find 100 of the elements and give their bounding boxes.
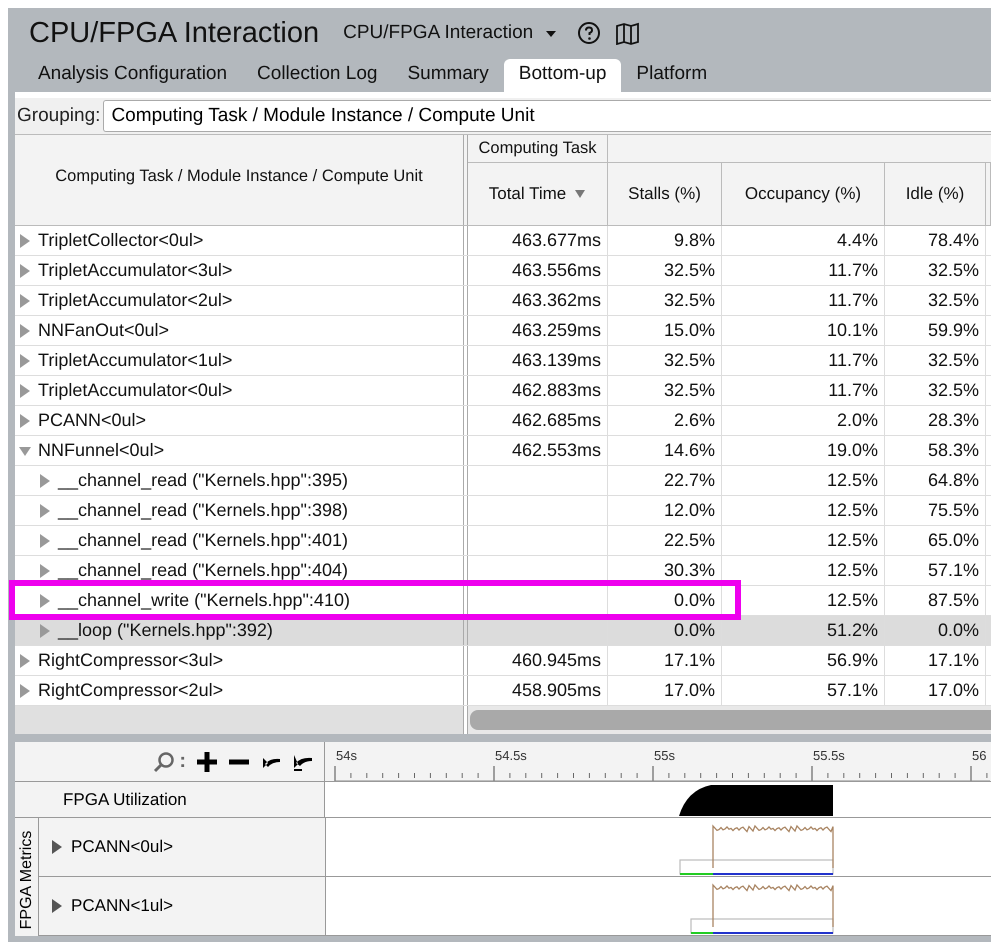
tick-label: 54s xyxy=(336,748,357,763)
table-cell: 32.5% xyxy=(664,290,715,311)
table-cell: 51.2% xyxy=(826,620,878,641)
table-cell: 58.3% xyxy=(928,440,979,461)
table-cell: 0.0% xyxy=(674,620,715,641)
grouping-dropdown[interactable]: Computing Task / Module Instance / Compute Unit xyxy=(103,100,991,132)
column-title: Total Time xyxy=(488,184,566,204)
table-cell: 463.259ms xyxy=(512,320,601,341)
collapsed-triangle-icon[interactable] xyxy=(19,384,31,398)
table-cell: 59.9% xyxy=(928,320,979,341)
column-header[interactable]: Total Time xyxy=(468,163,608,225)
table-cell: 32.5% xyxy=(928,260,979,281)
collapsed-triangle-icon[interactable] xyxy=(19,354,31,368)
table-row[interactable]: NNFunnel<0ul> 462.553ms 14.6% 19.0% 58.3% xyxy=(15,436,991,466)
collapsed-triangle-icon[interactable] xyxy=(51,840,63,854)
zoom-in-icon[interactable] xyxy=(196,750,218,772)
table-cell: 22.7% xyxy=(664,470,715,491)
table-cell: 12.5% xyxy=(826,590,878,611)
zoom-separator: : xyxy=(179,750,186,773)
task-name: RightCompressor<3ul> xyxy=(38,650,224,671)
collapsed-triangle-icon[interactable] xyxy=(39,564,51,578)
table-cell: 17.1% xyxy=(928,650,979,671)
table-cell: 32.5% xyxy=(928,350,979,371)
column-header[interactable]: Occupancy (%) xyxy=(722,163,885,225)
task-name: __channel_read ("Kernels.hpp":395) xyxy=(58,470,348,491)
task-name: __channel_write ("Kernels.hpp":410) xyxy=(58,590,350,611)
task-name: NNFunnel<0ul> xyxy=(38,440,164,461)
table-cell: 57.1% xyxy=(826,680,878,701)
table-cell: 19.0% xyxy=(826,440,878,461)
task-name: __loop ("Kernels.hpp":392) xyxy=(58,620,273,641)
tick-label: 55.5s xyxy=(813,748,845,763)
track-label: PCANN<1ul> xyxy=(71,896,174,916)
table-cell: 462.685ms xyxy=(512,410,601,431)
help-icon[interactable] xyxy=(577,21,602,45)
table-cell: 78.4% xyxy=(928,230,979,251)
table-cell: 56.9% xyxy=(826,650,878,671)
table-cell: 15.0% xyxy=(664,320,715,341)
table-cell: 2.0% xyxy=(836,410,878,431)
collapsed-triangle-icon[interactable] xyxy=(19,264,31,278)
column-header[interactable]: Computing Task / Module Instance / Compute Unit xyxy=(15,135,463,225)
table-row[interactable]: NNFanOut<0ul> 463.259ms 15.0% 10.1% 59.9% xyxy=(15,316,991,346)
table-cell: 32.5% xyxy=(928,290,979,311)
task-name: TripletAccumulator<0ul> xyxy=(38,380,232,401)
window-title: CPU/FPGA Interaction xyxy=(29,16,320,50)
task-name: TripletAccumulator<1ul> xyxy=(38,350,232,371)
tab[interactable]: Bottom-up xyxy=(504,59,622,92)
collapsed-triangle-icon[interactable] xyxy=(39,594,51,608)
table-cell: 32.5% xyxy=(664,260,715,281)
collapsed-triangle-icon[interactable] xyxy=(19,654,31,668)
task-name: TripletCollector<0ul> xyxy=(38,230,204,251)
table-cell: 17.0% xyxy=(664,680,715,701)
tab[interactable]: Collection Log xyxy=(242,59,392,92)
column-header[interactable]: Idle (%) xyxy=(885,163,986,225)
table-cell: 460.945ms xyxy=(512,650,601,671)
table-row[interactable]: __channel_read ("Kernels.hpp":398) 12.0% 12.5% 75.5% xyxy=(15,496,991,526)
collapsed-triangle-icon[interactable] xyxy=(19,414,31,428)
collapsed-triangle-icon[interactable] xyxy=(39,474,51,488)
scrollbar-thumb[interactable] xyxy=(470,710,991,730)
table-row[interactable]: TripletAccumulator<0ul> 462.883ms 32.5% 11.7% 32.5% xyxy=(15,376,991,406)
table-row[interactable]: TripletAccumulator<2ul> 463.362ms 32.5% 11.7% 32.5% xyxy=(15,286,991,316)
tab[interactable]: Analysis Configuration xyxy=(23,59,242,92)
table-cell: 11.7% xyxy=(828,260,878,281)
task-name: TripletAccumulator<2ul> xyxy=(38,290,232,311)
viewpoint-dropdown[interactable]: CPU/FPGA Interaction xyxy=(343,22,558,44)
collapsed-triangle-icon[interactable] xyxy=(39,504,51,518)
task-name: NNFanOut<0ul> xyxy=(38,320,170,341)
tab[interactable]: Platform xyxy=(621,59,722,92)
table-cell: 12.5% xyxy=(826,470,878,491)
grouping-label: Grouping: xyxy=(16,105,102,127)
column-title: Occupancy (%) xyxy=(744,184,862,204)
table-cell: 11.7% xyxy=(828,380,878,401)
column-header[interactable]: Stalls (%) xyxy=(608,163,722,225)
collapsed-triangle-icon[interactable] xyxy=(19,294,31,308)
task-name: __channel_read ("Kernels.hpp":404) xyxy=(58,560,348,581)
table-cell: 12.5% xyxy=(826,560,878,581)
table-row[interactable]: __channel_read ("Kernels.hpp":401) 22.5% 12.5% 65.0% xyxy=(15,526,991,556)
collapsed-triangle-icon[interactable] xyxy=(39,534,51,548)
collapsed-triangle-icon[interactable] xyxy=(19,324,31,338)
table-cell: 463.362ms xyxy=(512,290,601,311)
table-cell: 28.3% xyxy=(928,410,979,431)
table-row[interactable]: PCANN<0ul> 462.685ms 2.6% 2.0% 28.3% xyxy=(15,406,991,436)
task-name: __channel_read ("Kernels.hpp":398) xyxy=(58,500,348,521)
table-row[interactable]: TripletCollector<0ul> 463.677ms 9.8% 4.4% 78.4% xyxy=(15,226,991,256)
table-cell: 463.556ms xyxy=(512,260,601,281)
collapsed-triangle-icon[interactable] xyxy=(51,899,63,913)
collapsed-triangle-icon[interactable] xyxy=(19,234,31,248)
table-row[interactable]: __loop ("Kernels.hpp":392) 0.0% 51.2% 0.0% xyxy=(15,616,991,646)
tab[interactable]: Summary xyxy=(392,59,504,92)
table-row[interactable]: __channel_read ("Kernels.hpp":395) 22.7% 12.5% 64.8% xyxy=(15,466,991,496)
search-icon[interactable] xyxy=(153,750,176,772)
table-row[interactable]: RightCompressor<3ul> 460.945ms 17.1% 56.9% 17.1% xyxy=(15,646,991,676)
table-cell: 17.0% xyxy=(928,680,979,701)
task-name: __channel_read ("Kernels.hpp":401) xyxy=(58,530,348,551)
table-cell: 463.677ms xyxy=(512,230,601,251)
table-row[interactable]: RightCompressor<2ul> 458.905ms 17.0% 57.1% 17.0% xyxy=(15,676,991,706)
caret-icon xyxy=(545,30,558,38)
collapsed-triangle-icon[interactable] xyxy=(19,684,31,698)
table-row[interactable]: TripletAccumulator<3ul> 463.556ms 32.5% 11.7% 32.5% xyxy=(15,256,991,286)
table-row[interactable]: TripletAccumulator<1ul> 463.139ms 32.5% 11.7% 32.5% xyxy=(15,346,991,376)
table-cell: 11.7% xyxy=(828,290,878,311)
